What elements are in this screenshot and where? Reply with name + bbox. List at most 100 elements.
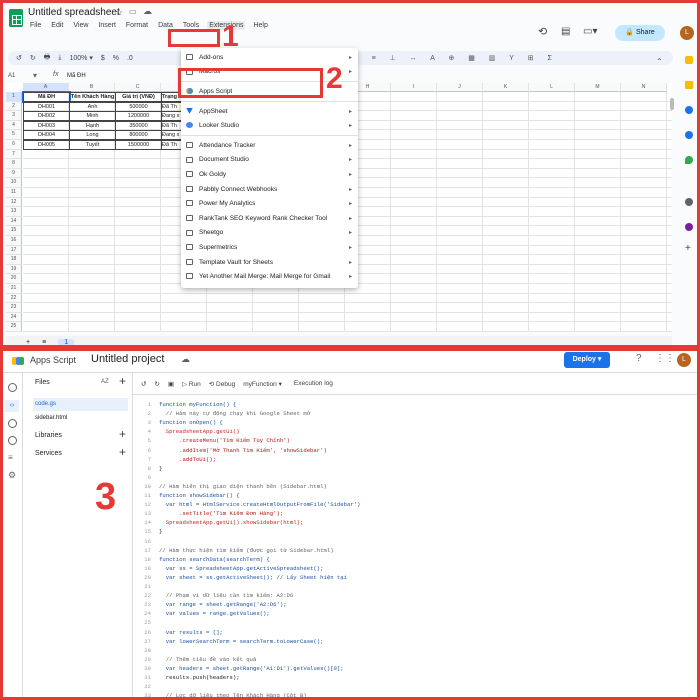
triggers-icon[interactable] [8, 419, 17, 428]
get-addons-icon[interactable]: + [685, 243, 691, 254]
row-header[interactable]: 6 [6, 140, 22, 150]
percent-button[interactable]: % [113, 55, 119, 62]
document-title[interactable]: Untitled spreadsheet [28, 7, 120, 18]
column-header[interactable]: L [529, 83, 575, 92]
vertical-scrollbar[interactable] [670, 98, 674, 110]
row-header[interactable]: 18 [6, 255, 22, 265]
row-header[interactable]: 10 [6, 178, 22, 188]
calendar-icon[interactable] [685, 56, 693, 64]
menu-data[interactable]: Data [156, 21, 175, 30]
column-header[interactable]: M [575, 83, 621, 92]
code-editor[interactable]: 1 function myFunction() {2 // Hàm này tự … [133, 395, 697, 697]
sort-files-icon[interactable]: AZ [101, 379, 109, 385]
row-header[interactable]: 13 [6, 207, 22, 217]
code-line[interactable]: function showSidebar() { [159, 492, 240, 500]
menu-item-appsheet[interactable]: AppSheet ▸ [181, 104, 358, 119]
menu-item-document-studio[interactable]: Document Studio ▸ [181, 153, 358, 168]
column-header[interactable]: N [621, 83, 667, 92]
comments-icon[interactable]: ▤ [561, 26, 570, 37]
table-header-cell[interactable]: Tên Khách Hàng [69, 92, 116, 102]
print-icon[interactable]: 🖶 [44, 53, 51, 64]
row-header[interactable]: 12 [6, 197, 22, 208]
avatar[interactable]: L [680, 26, 694, 40]
code-line[interactable]: results.push(headers); [159, 674, 240, 682]
code-line[interactable]: function onOpen() { [159, 419, 223, 427]
column-header[interactable]: J [437, 83, 483, 92]
row-header[interactable]: 9 [6, 168, 22, 179]
code-line[interactable]: SpreadsheetApp.getUi().showSidebar(html)… [159, 519, 304, 527]
table-cell[interactable]: 1500000 [115, 140, 162, 150]
code-line[interactable]: var html = HtmlService.createHtmlOutputF… [159, 501, 361, 509]
menu-help[interactable]: Help [251, 21, 269, 30]
menu-file[interactable]: File [28, 21, 43, 30]
redo-icon[interactable]: ↻ [154, 380, 159, 388]
code-line[interactable]: var headers = sheet.getRange('A1:D1').ge… [159, 665, 344, 673]
add-sheet-button[interactable]: + [26, 339, 30, 346]
code-line[interactable]: // Hàm này tự động chạy khi Google Sheet… [159, 410, 310, 418]
table-cell[interactable]: 500000 [115, 101, 162, 112]
undo-icon[interactable]: ↺ [141, 380, 146, 388]
row-header[interactable]: 11 [6, 188, 22, 198]
menu-item-attendance-tracker[interactable]: Attendance Tracker ▸ [181, 138, 358, 153]
table-cell[interactable]: DH003 [23, 120, 70, 131]
code-line[interactable]: } [159, 465, 162, 473]
help-icon[interactable]: ? [636, 353, 642, 364]
table-header-cell[interactable]: Giá trị (VNĐ) [115, 92, 162, 102]
column-header[interactable]: K [483, 83, 529, 92]
run-button[interactable]: ▷ Run [182, 380, 201, 388]
code-line[interactable]: // Thêm tiêu đề vào kết quả [159, 656, 257, 664]
all-sheets-button[interactable]: ≡ [42, 339, 46, 346]
add-library-icon[interactable]: + [119, 427, 126, 441]
code-line[interactable]: var results = []; [159, 629, 223, 637]
menu-item-template-vault-for-sheets[interactable]: Template Vault for Sheets ▸ [181, 255, 358, 270]
code-line[interactable]: var ss = SpreadsheetApp.getActiveSpreads… [159, 565, 324, 573]
editor-icon[interactable]: ‹› [5, 400, 19, 412]
undo-icon[interactable]: ↺ [16, 54, 22, 62]
table-cell[interactable]: DH005 [23, 140, 70, 150]
table-cell[interactable]: 350000 [115, 120, 162, 131]
star-icon[interactable]: ☆ [115, 7, 123, 18]
file-item-code-gs[interactable]: code.gs [33, 398, 128, 411]
deploy-button[interactable]: Deploy ▾ [564, 352, 610, 368]
debug-button[interactable]: ⟲ Debug [209, 380, 235, 388]
table-cell[interactable]: DH002 [23, 111, 70, 122]
avatar[interactable]: L [677, 353, 691, 367]
formula-bar[interactable]: Mã ĐH [67, 73, 86, 79]
code-line[interactable]: .addItem('Mở Thanh Tìm Kiếm', 'showSideb… [159, 447, 327, 455]
code-line[interactable]: .setTitle('Tìm Kiếm Đơn Hàng'); [159, 510, 283, 518]
addon-icon[interactable] [685, 198, 693, 206]
addon-purple-icon[interactable] [685, 223, 693, 231]
file-item-sidebar-html[interactable]: sidebar.html [33, 412, 128, 425]
menu-format[interactable]: Format [124, 21, 150, 30]
code-line[interactable]: function myFunction() { [159, 401, 236, 409]
row-header[interactable]: 25 [6, 322, 22, 332]
overview-icon[interactable] [8, 383, 17, 392]
menu-item-ok-goldy[interactable]: Ok Goldy ▸ [181, 167, 358, 182]
row-header[interactable]: 22 [6, 293, 22, 304]
apps-script-logo-icon[interactable] [11, 354, 25, 368]
collapse-toolbar-icon[interactable]: ⌃ [656, 57, 663, 66]
move-folder-icon[interactable]: ▭ [129, 7, 137, 16]
menu-edit[interactable]: Edit [49, 21, 65, 30]
keep-icon[interactable] [685, 81, 693, 89]
menu-item-supermetrics[interactable]: Supermetrics ▸ [181, 240, 358, 255]
contacts-icon[interactable] [685, 131, 693, 139]
add-service-icon[interactable]: + [119, 445, 126, 459]
table-cell[interactable]: Minh [69, 111, 116, 122]
row-header[interactable]: 21 [6, 284, 22, 294]
row-header[interactable]: 23 [6, 303, 22, 313]
menu-item-yet-another-mail-merge-mail-merge-for-gmail[interactable]: Yet Another Mail Merge: Mail Merge for G… [181, 269, 358, 284]
column-header[interactable]: B [69, 83, 115, 92]
code-line[interactable]: .addToUi(); [159, 456, 216, 464]
table-cell[interactable]: DH004 [23, 130, 70, 141]
table-cell[interactable]: 1200000 [115, 111, 162, 122]
table-cell[interactable]: Anh [69, 101, 116, 112]
menu-item-power-my-analytics[interactable]: Power My Analytics ▸ [181, 196, 358, 211]
project-title[interactable]: Untitled project [91, 353, 164, 365]
row-header[interactable]: 2 [6, 101, 22, 112]
menu-insert[interactable]: Insert [96, 21, 118, 30]
menu-tools[interactable]: Tools [181, 21, 201, 30]
zoom-select[interactable]: 100% ▾ [69, 54, 92, 62]
column-header[interactable]: C [115, 83, 161, 92]
save-icon[interactable]: ▣ [168, 380, 174, 388]
